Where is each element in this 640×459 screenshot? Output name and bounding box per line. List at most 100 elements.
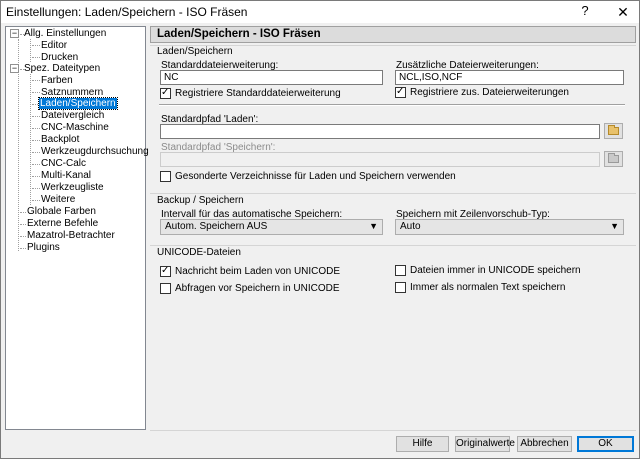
tree-line — [30, 39, 31, 62]
chevron-down-icon: ▼ — [369, 221, 378, 231]
tree-item-label: Multi-Kanal — [41, 170, 92, 181]
save-path-input[interactable] — [160, 152, 600, 167]
checkbox-label: Registriere Standarddateierweiterung — [175, 88, 341, 99]
tree-item-label: Farben — [41, 75, 73, 86]
load-path-input[interactable] — [160, 124, 600, 139]
tree-line — [32, 45, 40, 46]
register-extra-ext-checkbox[interactable]: Registriere zus. Dateierweiterungen — [395, 86, 569, 100]
tree-item-label: Spez. Dateitypen — [24, 63, 101, 74]
tree-item-label: Backplot — [41, 134, 80, 145]
checkbox-label: Immer als normalen Text speichern — [410, 282, 566, 293]
group-title-load-save: Laden/Speichern — [157, 46, 233, 57]
tree-item-plugins[interactable]: Plugins — [26, 242, 61, 254]
ask-save-unicode-checkbox[interactable]: Abfragen vor Speichern in UNICODE — [160, 283, 340, 296]
checkbox-label: Nachricht beim Laden von UNICODE — [175, 266, 341, 277]
default-ext-input[interactable]: NC — [160, 70, 383, 85]
divider — [159, 104, 625, 106]
tree-item-label: Editor — [41, 40, 68, 51]
tree-item-multi-kanal[interactable]: Multi-Kanal — [40, 170, 92, 182]
tree-item-editor[interactable]: Editor — [40, 40, 68, 52]
close-icon[interactable]: ✕ — [609, 1, 637, 23]
interval-select-value: Autom. Speichern AUS — [165, 221, 268, 232]
checkbox-box[interactable] — [160, 87, 171, 99]
tree-item-allg-einstellungen[interactable]: − Allg. Einstellungen — [10, 28, 107, 40]
tree-item-label: Plugins — [27, 242, 60, 253]
collapse-icon[interactable]: − — [10, 29, 19, 38]
tree-item-cnc-calc[interactable]: CNC-Calc — [40, 158, 87, 170]
always-text-checkbox[interactable]: Immer als normalen Text speichern — [395, 282, 565, 295]
collapse-icon[interactable]: − — [10, 64, 19, 73]
checkbox-label: Registriere zus. Dateierweiterungen — [410, 87, 569, 98]
checkbox-label: Gesonderte Verzeichnisse für Laden und S… — [175, 171, 456, 182]
tree-line — [32, 152, 40, 153]
tree-line — [32, 57, 40, 58]
tree-line — [32, 188, 40, 189]
tree-item-laden-speichern[interactable]: Laden/Speichern — [38, 97, 118, 110]
page-header: Laden/Speichern - ISO Fräsen — [150, 26, 636, 43]
extra-ext-input[interactable]: NCL,ISO,NCF — [395, 70, 624, 85]
settings-tree[interactable]: − Allg. Einstellungen Editor Drucken − S… — [5, 26, 149, 430]
group-title-backup: Backup / Speichern — [157, 195, 244, 206]
tree-item-label: Werkzeugdurchsuchung — [41, 146, 149, 157]
tree-item-spez-dateitypen[interactable]: − Spez. Dateitypen — [10, 63, 101, 75]
checkbox-box[interactable] — [160, 171, 171, 182]
page-title: Laden/Speichern - ISO Fräsen — [157, 28, 321, 40]
tree-item-werkzeugliste[interactable]: Werkzeugliste — [40, 182, 105, 194]
tree-item-label: Globale Farben — [27, 206, 96, 217]
tree-line — [32, 176, 40, 177]
tree-item-werkzeugdurchsuchung[interactable]: Werkzeugdurchsuchung — [40, 146, 150, 158]
checkbox-box[interactable] — [395, 265, 406, 276]
linefeed-select-value: Auto — [400, 221, 421, 232]
checkbox-box[interactable] — [395, 282, 406, 293]
tree-item-label: Werkzeugliste — [41, 182, 104, 193]
separate-dirs-checkbox[interactable]: Gesonderte Verzeichnisse für Laden und S… — [160, 171, 456, 184]
tree-item-backplot[interactable]: Backplot — [40, 134, 80, 146]
tree-item-globale-farben[interactable]: Globale Farben — [26, 206, 97, 218]
always-unicode-checkbox[interactable]: Dateien immer in UNICODE speichern — [395, 265, 581, 278]
tree-item-label: Allg. Einstellungen — [24, 28, 107, 39]
checkbox-label: Abfragen vor Speichern in UNICODE — [175, 283, 340, 294]
defaults-button[interactable]: Originalwerte — [455, 436, 515, 452]
tree-item-label: Weitere — [41, 194, 76, 205]
checkbox-box[interactable] — [160, 283, 171, 294]
browse-load-path-button[interactable] — [604, 123, 623, 139]
folder-icon — [608, 125, 619, 135]
tree-item-label: CNC-Calc — [41, 158, 86, 169]
tree-item-label: Drucken — [41, 52, 79, 63]
tree-line — [32, 80, 40, 81]
interval-select[interactable]: Autom. Speichern AUS ▼ — [160, 219, 383, 235]
tree-line — [32, 116, 40, 117]
tree-item-externe-befehle[interactable]: Externe Befehle — [26, 218, 99, 230]
tree-item-label: Mazatrol-Betrachter — [27, 230, 115, 241]
tree-item-farben[interactable]: Farben — [40, 75, 74, 87]
tree-item-label: Satznummern — [41, 87, 104, 98]
checkbox-box[interactable] — [160, 265, 171, 277]
help-icon[interactable]: ? — [574, 3, 596, 21]
ok-button[interactable]: OK — [577, 436, 634, 452]
footer-divider — [150, 430, 636, 431]
tree-line — [32, 200, 40, 201]
title-bar: Einstellungen: Laden/Speichern - ISO Frä… — [1, 1, 639, 23]
tree-line — [32, 164, 40, 165]
tree-item-cnc-maschine[interactable]: CNC-Maschine — [40, 122, 110, 134]
checkbox-label: Dateien immer in UNICODE speichern — [410, 265, 581, 276]
cancel-button[interactable]: Abbrechen — [517, 436, 572, 452]
notify-load-unicode-checkbox[interactable]: Nachricht beim Laden von UNICODE — [160, 265, 341, 279]
linefeed-select[interactable]: Auto ▼ — [395, 219, 624, 235]
tree-line — [32, 128, 40, 129]
register-default-ext-checkbox[interactable]: Registriere Standarddateierweiterung — [160, 87, 341, 101]
tree-item-label: Dateivergleich — [41, 110, 105, 121]
tree-line — [32, 140, 40, 141]
tree-item-label: Externe Befehle — [27, 218, 99, 229]
folder-icon — [608, 153, 619, 163]
tree-item-weitere[interactable]: Weitere — [40, 194, 76, 206]
checkbox-box[interactable] — [395, 86, 406, 98]
tree-item-mazatrol-betrachter[interactable]: Mazatrol-Betrachter — [26, 230, 116, 242]
tree-item-label: Laden/Speichern — [38, 97, 118, 110]
chevron-down-icon: ▼ — [610, 221, 619, 231]
tree-item-dateivergleich[interactable]: Dateivergleich — [40, 110, 105, 122]
browse-save-path-button[interactable] — [604, 151, 623, 167]
settings-window: Einstellungen: Laden/Speichern - ISO Frä… — [0, 0, 640, 459]
window-title: Einstellungen: Laden/Speichern - ISO Frä… — [6, 5, 248, 19]
help-button[interactable]: Hilfe — [396, 436, 449, 452]
